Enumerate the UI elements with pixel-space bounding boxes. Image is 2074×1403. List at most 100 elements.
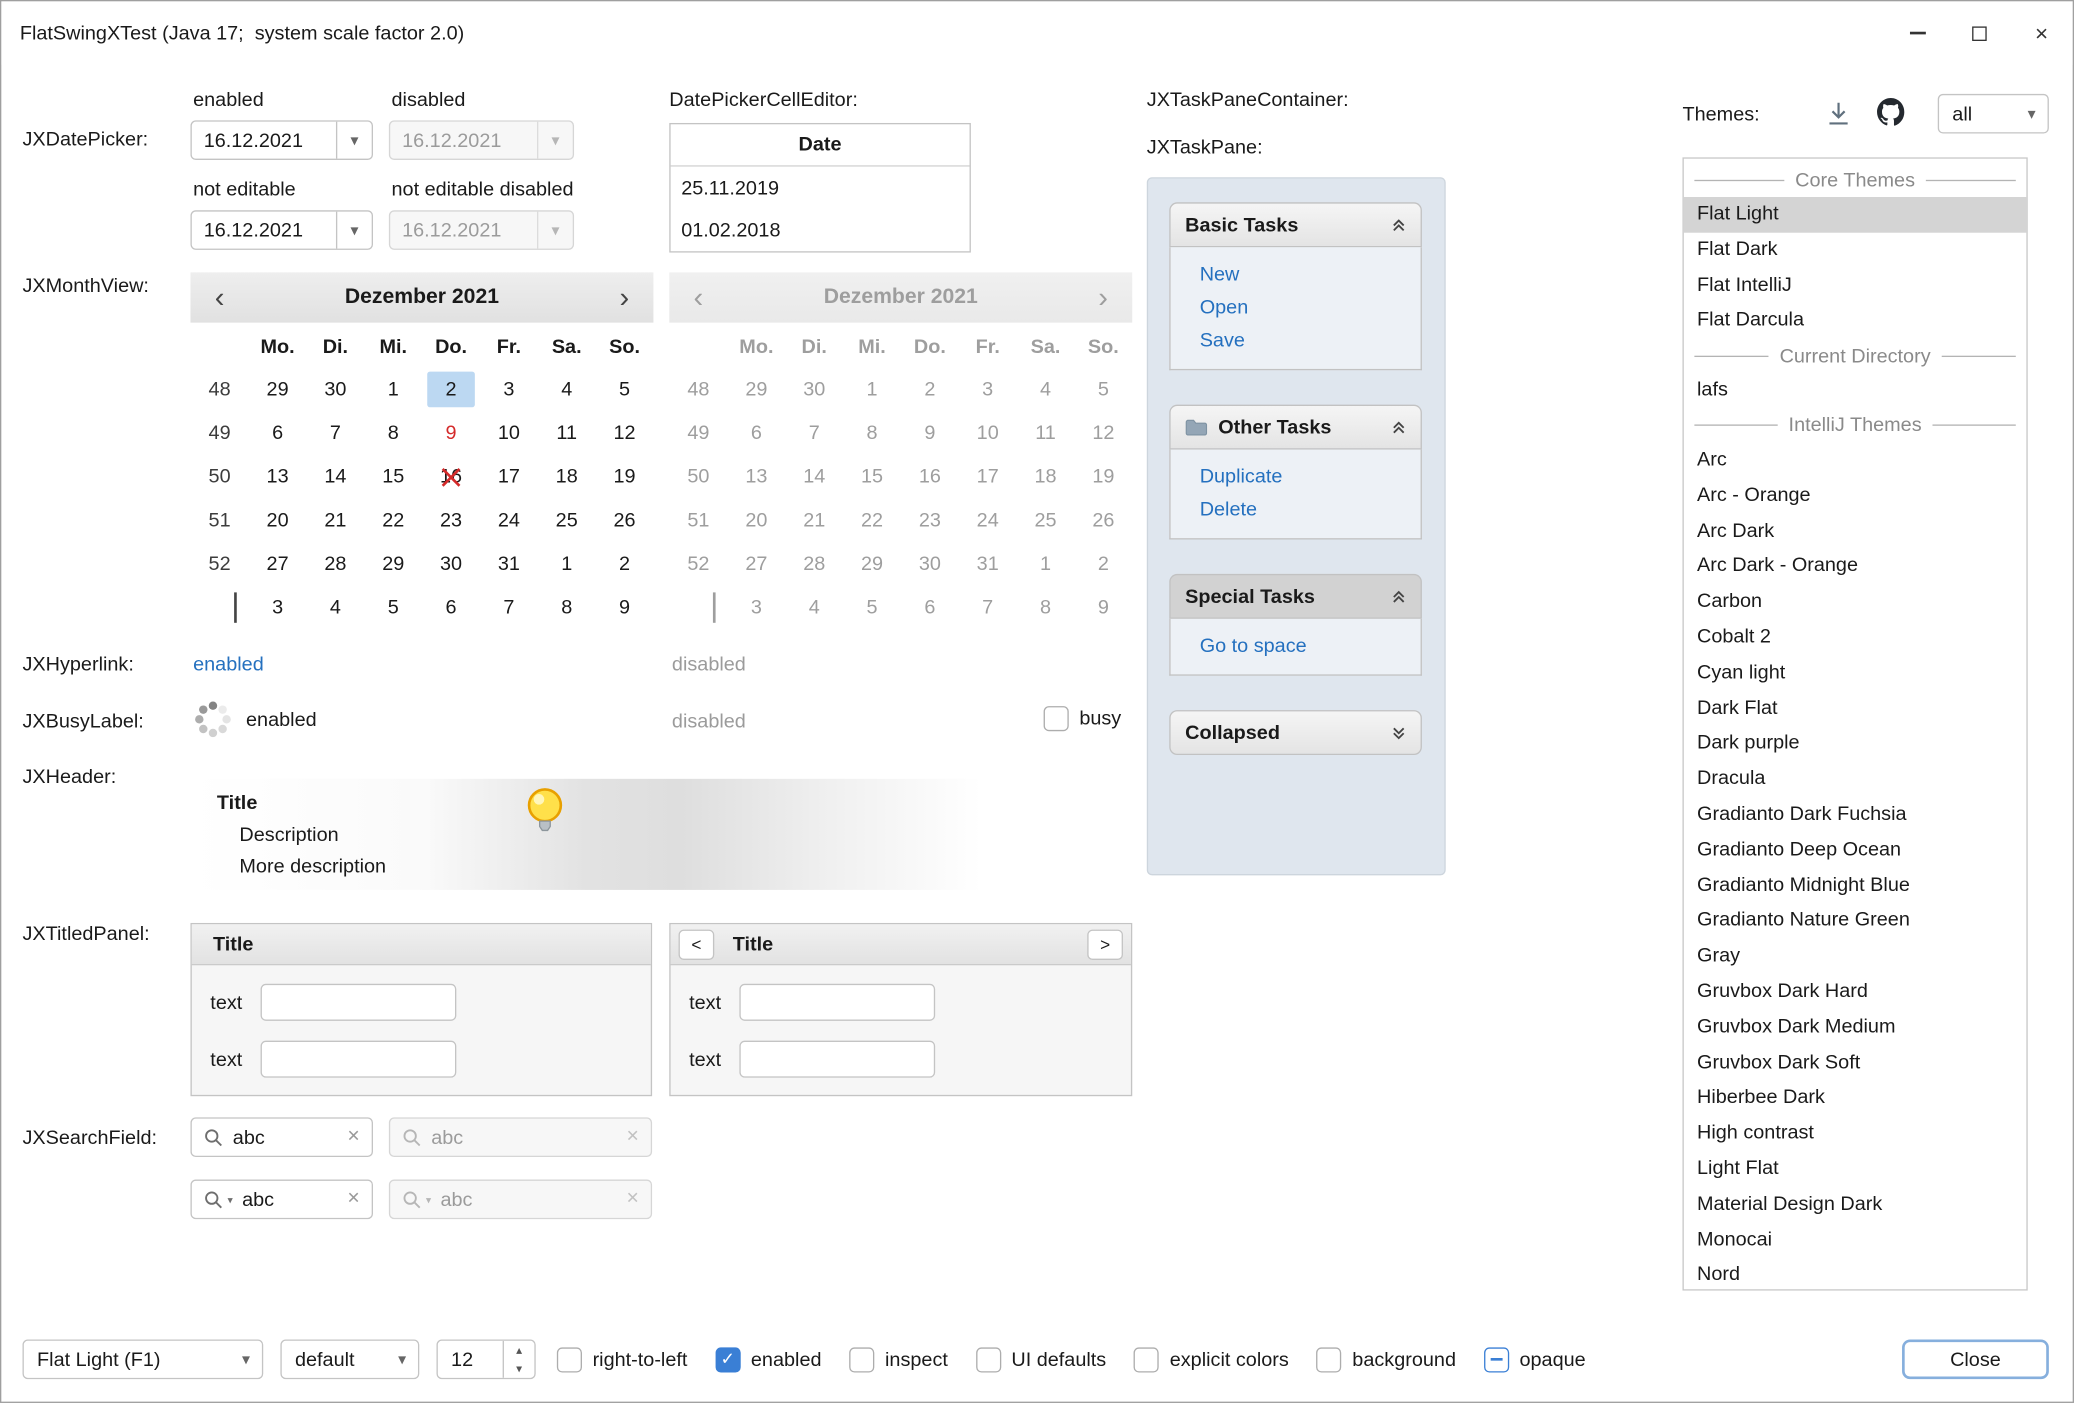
table-row[interactable]: 25.11.2019 — [671, 167, 970, 209]
calendar-day[interactable]: 12 — [596, 411, 654, 455]
checkbox-opaque[interactable]: opaque — [1484, 1347, 1586, 1372]
calendar-day[interactable]: 23 — [422, 499, 480, 543]
calendar-day[interactable]: 9 — [422, 411, 480, 455]
calendar-day[interactable]: 28 — [306, 542, 364, 586]
text-input[interactable] — [261, 1041, 457, 1078]
theme-list-item[interactable]: Flat Darcula — [1684, 303, 2027, 338]
next-month-button[interactable]: › — [595, 283, 653, 312]
search-input[interactable]: abc — [242, 1188, 338, 1210]
themes-filter-combobox[interactable]: all ▾ — [1938, 94, 2049, 134]
maximize-button[interactable] — [1948, 1, 2010, 64]
theme-list-item[interactable]: Gradianto Dark Fuchsia — [1684, 797, 2027, 832]
text-input[interactable] — [740, 984, 936, 1021]
calendar-day[interactable]: 5 — [364, 586, 422, 630]
theme-list-item[interactable]: Material Design Dark — [1684, 1187, 2027, 1222]
hyperlink-enabled[interactable]: enabled — [193, 653, 264, 675]
calendar-day[interactable]: 29 — [249, 368, 307, 412]
date-table-header[interactable]: Date — [671, 124, 970, 166]
theme-list-item[interactable]: Monocai — [1684, 1222, 2027, 1257]
theme-list-item[interactable]: Gruvbox Dark Hard — [1684, 974, 2027, 1009]
checkbox-enabled[interactable]: ✓enabled — [715, 1347, 821, 1372]
search-menu-icon[interactable] — [204, 1189, 224, 1209]
calendar-day[interactable]: 22 — [364, 499, 422, 543]
calendar-day[interactable]: 30 — [422, 542, 480, 586]
next-button[interactable]: > — [1087, 929, 1123, 959]
calendar-day[interactable]: 7 — [480, 586, 538, 630]
calendar-day[interactable]: 26 — [596, 499, 654, 543]
calendar-day[interactable]: 29 — [364, 542, 422, 586]
taskpane-link[interactable]: Delete — [1200, 499, 1421, 521]
collapse-icon[interactable] — [1390, 588, 1407, 605]
calendar-day[interactable]: 13 — [249, 455, 307, 499]
table-row[interactable]: 01.02.2018 — [671, 209, 970, 251]
theme-list-item[interactable]: Hiberbee Dark — [1684, 1081, 2027, 1116]
clear-icon[interactable]: × — [347, 1189, 359, 1210]
theme-list-item[interactable]: Dracula — [1684, 762, 2027, 797]
collapse-icon[interactable] — [1390, 216, 1407, 233]
datepicker-not-editable[interactable]: 16.12.2021 ▾ — [190, 210, 373, 250]
theme-list-item[interactable]: Flat Dark — [1684, 232, 2027, 267]
calendar-day[interactable]: 9 — [596, 586, 654, 630]
calendar-day[interactable]: 7 — [306, 411, 364, 455]
calendar-day[interactable]: 19 — [596, 455, 654, 499]
calendar-day[interactable]: 8 — [364, 411, 422, 455]
checkbox-ui-defaults[interactable]: UI defaults — [976, 1347, 1107, 1372]
calendar-day[interactable]: 5 — [596, 368, 654, 412]
calendar-day[interactable]: 2 — [422, 368, 480, 412]
theme-list-item[interactable]: Arc - Orange — [1684, 478, 2027, 513]
calendar-day[interactable]: 8 — [538, 586, 596, 630]
datepicker-dropdown-button[interactable]: ▾ — [336, 212, 372, 249]
calendar-day[interactable]: 17 — [480, 455, 538, 499]
calendar-day[interactable]: 10 — [480, 411, 538, 455]
taskpane-header[interactable]: Special Tasks — [1169, 574, 1422, 619]
calendar-day[interactable]: 27 — [249, 542, 307, 586]
theme-list-item[interactable]: Light Flat — [1684, 1152, 2027, 1187]
calendar-day[interactable]: 4 — [538, 368, 596, 412]
datepicker-value[interactable]: 16.12.2021 — [192, 212, 336, 249]
spinner-up-button[interactable]: ▴ — [504, 1341, 534, 1360]
calendar-day[interactable]: 11 — [538, 411, 596, 455]
theme-list-item[interactable]: Gruvbox Dark Soft — [1684, 1045, 2027, 1080]
theme-list-item[interactable]: Gray — [1684, 939, 2027, 974]
theme-list-item[interactable]: Gruvbox Dark Medium — [1684, 1010, 2027, 1045]
theme-list-item[interactable]: lafs — [1684, 373, 2027, 408]
checkbox-background[interactable]: background — [1317, 1347, 1456, 1372]
spinner-value[interactable]: 12 — [438, 1341, 503, 1378]
calendar-day[interactable]: 1 — [538, 542, 596, 586]
calendar-day[interactable]: 2 — [596, 542, 654, 586]
calendar-day[interactable]: 25 — [538, 499, 596, 543]
spinner-down-button[interactable]: ▾ — [504, 1359, 534, 1378]
theme-list-item[interactable]: Arc Dark — [1684, 514, 2027, 549]
expand-icon[interactable] — [1390, 724, 1407, 741]
collapse-icon[interactable] — [1390, 419, 1407, 436]
calendar-day[interactable]: 16 — [422, 455, 480, 499]
calendar-day[interactable]: 14 — [306, 455, 364, 499]
calendar-day[interactable]: 1 — [364, 368, 422, 412]
close-window-button[interactable]: × — [2011, 1, 2073, 64]
search-field[interactable]: abc × — [190, 1117, 373, 1157]
taskpane-header[interactable]: Collapsed — [1169, 710, 1422, 755]
taskpane-link[interactable]: Save — [1200, 329, 1421, 351]
calendar-day[interactable]: 6 — [249, 411, 307, 455]
laf-combobox[interactable]: Flat Light (F1) ▾ — [22, 1339, 263, 1379]
calendar-day[interactable]: 6 — [422, 586, 480, 630]
theme-list-item[interactable]: Cobalt 2 — [1684, 620, 2027, 655]
theme-list-item[interactable]: Nord — [1684, 1258, 2027, 1291]
theme-list-item[interactable]: Arc — [1684, 443, 2027, 478]
theme-list-item[interactable]: Gradianto Deep Ocean — [1684, 833, 2027, 868]
taskpane-link[interactable]: Go to space — [1200, 635, 1421, 657]
theme-list-item[interactable]: Gradianto Midnight Blue — [1684, 868, 2027, 903]
calendar-day[interactable]: 24 — [480, 499, 538, 543]
theme-list-item[interactable]: Flat IntelliJ — [1684, 268, 2027, 303]
prev-month-button[interactable]: ‹ — [190, 283, 248, 312]
datepicker-enabled[interactable]: 16.12.2021 ▾ — [190, 120, 373, 160]
checkbox-explicit-colors[interactable]: explicit colors — [1134, 1347, 1289, 1372]
clear-icon[interactable]: × — [347, 1127, 359, 1148]
calendar-day[interactable]: 3 — [249, 586, 307, 630]
minimize-button[interactable] — [1886, 1, 1948, 64]
calendar-day[interactable]: 20 — [249, 499, 307, 543]
datepicker-value[interactable]: 16.12.2021 — [192, 122, 336, 159]
taskpane-header[interactable]: Basic Tasks — [1169, 202, 1422, 247]
busy-checkbox[interactable]: busy — [1044, 706, 1122, 731]
text-input[interactable] — [261, 984, 457, 1021]
